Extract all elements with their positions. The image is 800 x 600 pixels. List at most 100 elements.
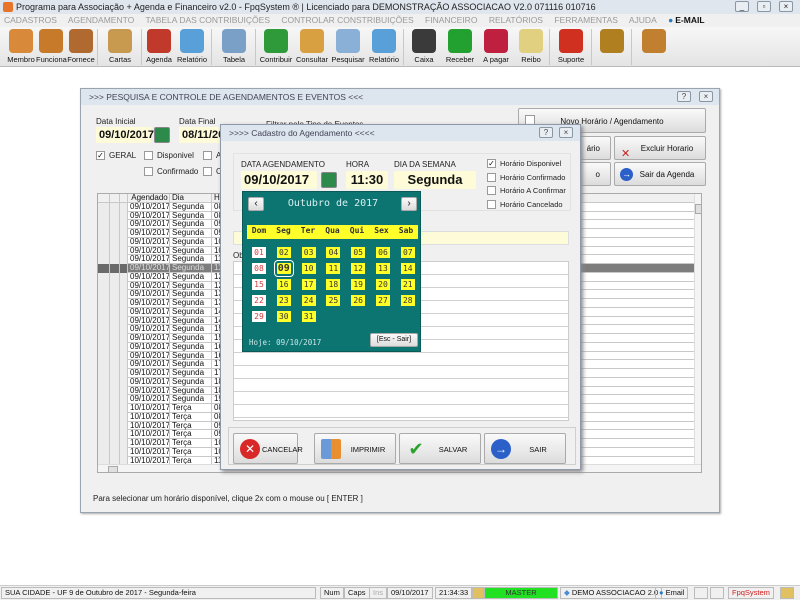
minimize-button[interactable]: _	[735, 1, 749, 12]
calendar-day[interactable]: 06	[376, 247, 390, 258]
next-month-button[interactable]: ›	[401, 197, 417, 211]
calendar-day[interactable]: 11	[326, 263, 341, 274]
menu-ferramentas[interactable]: FERRAMENTAS	[554, 15, 618, 25]
sair-agenda-button[interactable]: → Sair da Agenda	[614, 162, 706, 186]
menu-controlar-contribuicoes[interactable]: CONTROLAR CONSTRIBUIÇÕES	[281, 15, 413, 25]
calendar-day[interactable]: 02	[276, 247, 291, 258]
checkbox[interactable]: ✓	[487, 159, 496, 168]
calendar-day[interactable]: 17	[301, 279, 316, 290]
calendar-day[interactable]: 28	[400, 295, 415, 306]
menu-agendamento[interactable]: AGENDAMENTO	[68, 15, 134, 25]
calendar-day[interactable]: 30	[276, 311, 291, 322]
calendar-day-selected[interactable]: 09	[273, 260, 294, 277]
toolbar-button-cartas[interactable]: Cartas	[100, 27, 140, 67]
esc-close-button[interactable]: [Esc - Sair]	[370, 333, 418, 347]
checkbox[interactable]	[487, 199, 496, 209]
calendar-day[interactable]: 29	[252, 311, 266, 322]
toolbar-button-fornece[interactable]: Fornece	[66, 27, 96, 67]
calendar-day[interactable]: 16	[276, 279, 291, 290]
scrollbar-thumb[interactable]	[108, 466, 118, 472]
checkbox[interactable]	[487, 172, 496, 182]
menu-cadastros[interactable]: CADASTROS	[4, 15, 57, 25]
cell-agendado: 09/10/2017	[130, 272, 170, 282]
help-button[interactable]: ?	[677, 91, 691, 102]
calendar-day[interactable]: 22	[252, 295, 266, 306]
close-button[interactable]: ×	[559, 127, 573, 138]
salvar-button[interactable]: ✔ SALVAR	[399, 433, 481, 464]
imprimir-button[interactable]: IMPRIMIR	[314, 433, 396, 464]
calendar-day[interactable]: 24	[301, 295, 316, 306]
toolbar-button-tabela[interactable]: Tabela	[214, 27, 254, 67]
close-button[interactable]: ×	[779, 1, 793, 12]
vertical-scrollbar[interactable]	[694, 194, 701, 464]
monitor-icon[interactable]	[710, 587, 724, 599]
toolbar-button-consultar[interactable]: Consultar	[294, 27, 330, 67]
toolbar-button-coins[interactable]	[594, 27, 630, 67]
calendar-day[interactable]: 10	[301, 263, 316, 274]
menu-tabela-contribuicoes[interactable]: TABELA DAS CONTRIBUIÇÕES	[145, 15, 270, 25]
checkbox[interactable]	[203, 151, 212, 160]
help-button[interactable]: ?	[539, 127, 553, 138]
calendar-icon[interactable]	[321, 172, 337, 188]
menu-email[interactable]: ● E-MAIL	[668, 15, 713, 25]
calendar-day[interactable]: 19	[351, 279, 366, 290]
toolbar-button-funciona[interactable]: Funciona	[36, 27, 67, 67]
toolbar-button-relatrio[interactable]: Relatório	[174, 27, 210, 67]
calendar-day[interactable]: 12	[351, 263, 366, 274]
calendar-day[interactable]: 26	[351, 295, 366, 306]
button-label: SALVAR	[438, 445, 468, 454]
toolbar-button-apagar[interactable]: A pagar	[478, 27, 514, 67]
calendar-day[interactable]: 03	[301, 247, 316, 258]
email-status[interactable]: ● Email	[655, 587, 689, 599]
close-button[interactable]: ×	[699, 91, 713, 102]
cell-dia: Terça	[170, 447, 212, 457]
calendar-day[interactable]: 31	[301, 311, 316, 322]
header-agendado[interactable]: Agendado	[128, 194, 170, 203]
header-dia[interactable]: Dia	[170, 194, 212, 203]
toolbar-button-contribuir[interactable]: Contribuir	[258, 27, 294, 67]
toolbar-button-caixa[interactable]: Caixa	[406, 27, 442, 67]
toolbar-button-exit[interactable]	[634, 27, 674, 67]
checkbox[interactable]	[144, 167, 153, 176]
excluir-horario-button[interactable]: ✕ Excluir Horario	[614, 136, 706, 160]
toolbar-button-pesquisar[interactable]: Pesquisar	[330, 27, 366, 67]
calendar-day[interactable]: 27	[376, 295, 390, 306]
calendar-day[interactable]: 13	[376, 263, 390, 274]
checkbox[interactable]: ✓	[96, 151, 105, 160]
calendar-icon[interactable]	[154, 127, 170, 143]
printer-icon[interactable]	[694, 587, 708, 599]
toolbar-button-relatrio[interactable]: Relatório	[366, 27, 402, 67]
toolbar-button-receber[interactable]: Receber	[442, 27, 478, 67]
menu-relatorios[interactable]: RELATÓRIOS	[489, 15, 543, 25]
calendar-day[interactable]: 25	[326, 295, 341, 306]
calendar-day[interactable]: 15	[252, 279, 266, 290]
checkbox[interactable]	[144, 151, 153, 160]
calendar-day[interactable]: 23	[276, 295, 291, 306]
database-icon: ◆	[564, 588, 570, 597]
data-inicial-input[interactable]: 09/10/2017	[96, 127, 154, 143]
calendar-day[interactable]: 08	[252, 263, 266, 274]
toolbar-button-agenda[interactable]: Agenda	[144, 27, 174, 67]
scrollbar-thumb[interactable]	[695, 204, 701, 214]
sair-button[interactable]: → SAIR	[484, 433, 566, 464]
checkbox[interactable]	[203, 167, 212, 176]
cancelar-button[interactable]: ✕ CANCELAR	[233, 433, 303, 464]
calendar-day[interactable]: 01	[252, 247, 266, 258]
maximize-button[interactable]: ▫	[757, 1, 771, 12]
calendar-day[interactable]: 18	[326, 279, 341, 290]
prev-month-button[interactable]: ‹	[248, 197, 264, 211]
menu-ajuda[interactable]: AJUDA	[629, 15, 657, 25]
calendar-day[interactable]: 05	[351, 247, 366, 258]
calendar-day[interactable]: 20	[376, 279, 390, 290]
calendar-day[interactable]: 14	[400, 263, 415, 274]
hora-input[interactable]: 11:30	[346, 171, 388, 189]
data-agendamento-input[interactable]: 09/10/2017	[241, 171, 317, 189]
toolbar-button-suporte[interactable]: Suporte	[552, 27, 590, 67]
calendar-day[interactable]: 04	[326, 247, 341, 258]
calendar-day[interactable]: 07	[400, 247, 415, 258]
menu-financeiro[interactable]: FINANCEIRO	[425, 15, 477, 25]
checkbox[interactable]	[487, 186, 496, 195]
toolbar-button-membro[interactable]: Membro	[6, 27, 36, 67]
toolbar-button-reibo[interactable]: Reibo	[514, 27, 548, 67]
calendar-day[interactable]: 21	[400, 279, 415, 290]
